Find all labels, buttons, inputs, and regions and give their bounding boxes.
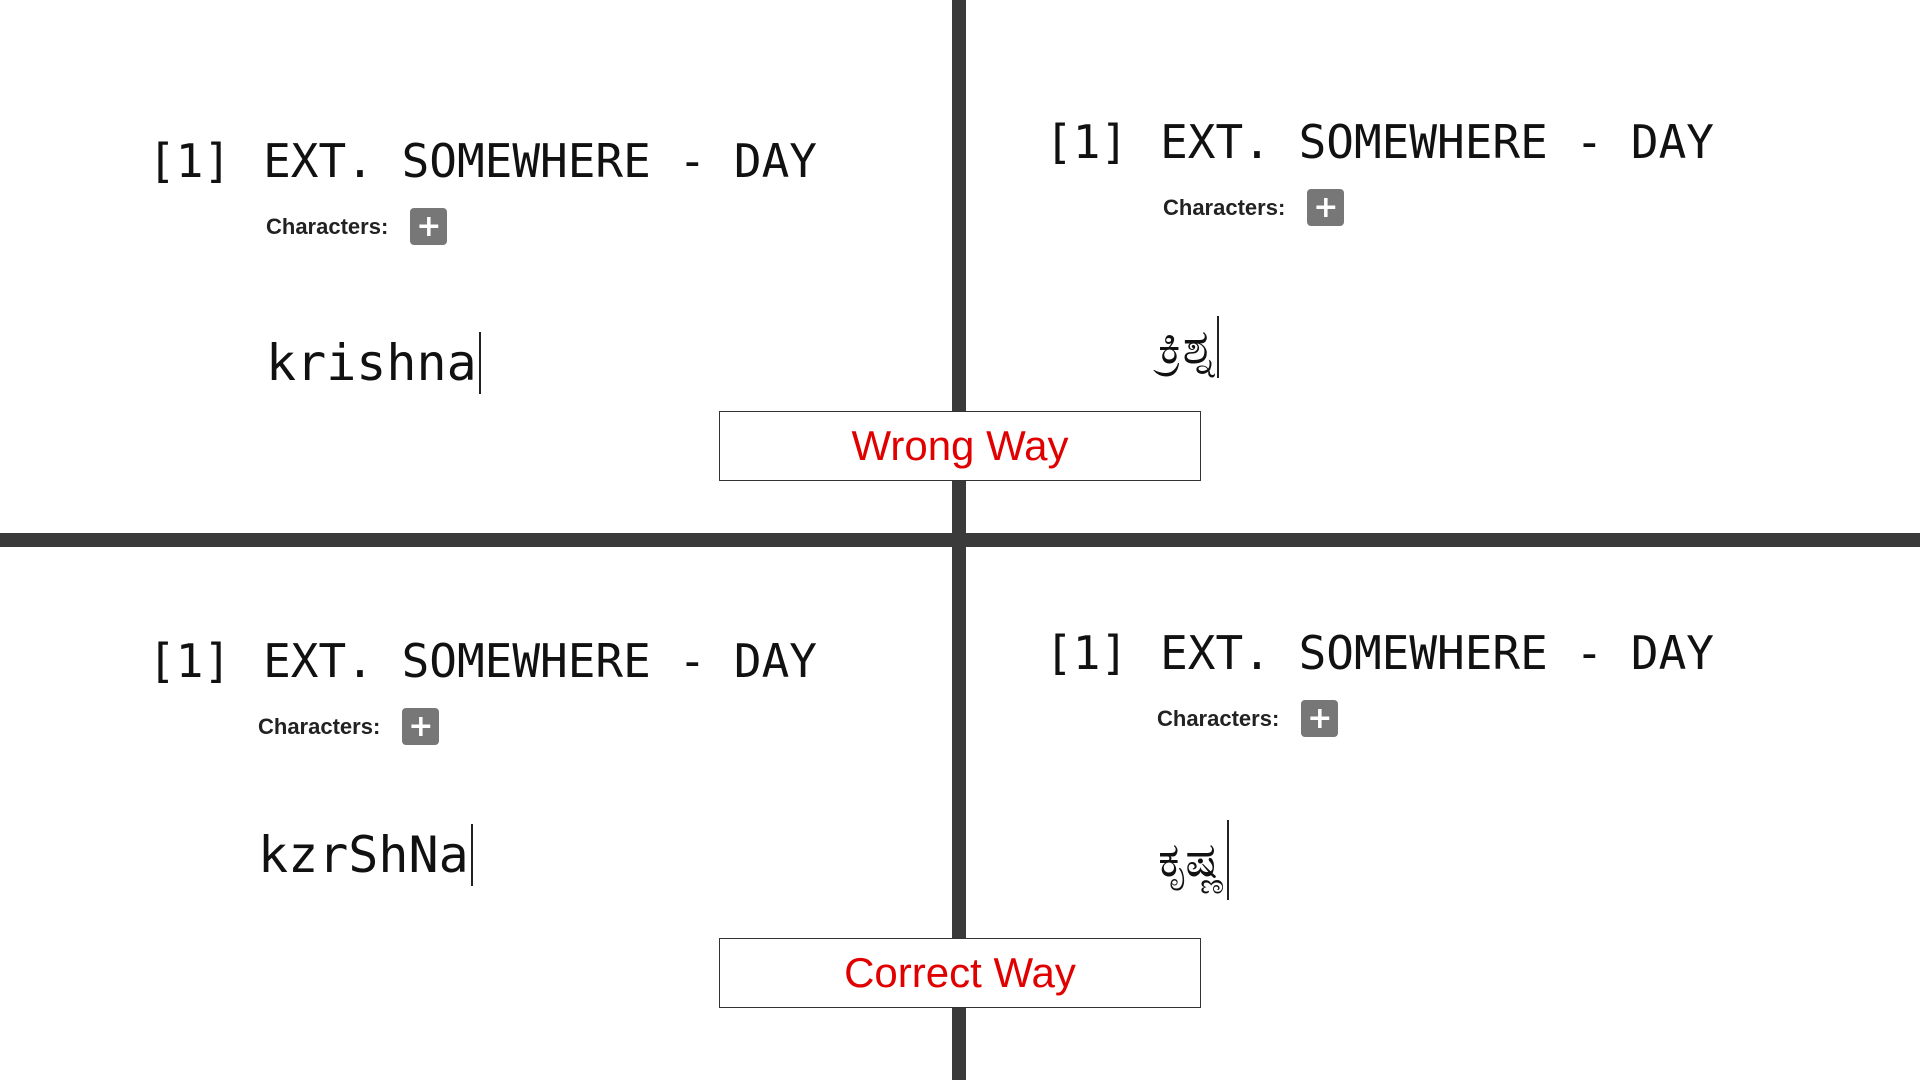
scene-heading-text: EXT. SOMEWHERE - DAY xyxy=(1160,626,1714,680)
scene-number: [1] xyxy=(148,134,232,188)
characters-row: Characters: + xyxy=(1163,189,1714,226)
plus-icon: + xyxy=(408,708,434,744)
add-character-button[interactable]: + xyxy=(1307,189,1345,226)
character-input-top-right[interactable]: ಕ್ರಿಶ್ನ xyxy=(1158,316,1220,378)
text-caret xyxy=(478,332,481,394)
character-input-bottom-left[interactable]: kzrShNa xyxy=(258,824,473,886)
scene-number: [1] xyxy=(1045,115,1129,169)
scene-number: [1] xyxy=(1045,626,1129,680)
correct-way-label: Correct Way xyxy=(719,938,1201,1008)
typed-text: ಕೃಷ್ಣ xyxy=(1158,831,1225,888)
wrong-way-label: Wrong Way xyxy=(719,411,1201,481)
panel-top-left: [1] EXT. SOMEWHERE - DAY Characters: + xyxy=(148,138,817,245)
characters-row: Characters: + xyxy=(266,208,817,245)
scene-number: [1] xyxy=(148,634,232,688)
scene-heading-text: EXT. SOMEWHERE - DAY xyxy=(263,134,817,188)
scene-heading[interactable]: [1] EXT. SOMEWHERE - DAY xyxy=(1045,630,1714,676)
plus-icon: + xyxy=(416,208,442,244)
typed-text: krishna xyxy=(266,334,477,392)
scene-heading[interactable]: [1] EXT. SOMEWHERE - DAY xyxy=(148,638,817,684)
horizontal-divider xyxy=(0,533,1920,547)
scene-heading[interactable]: [1] EXT. SOMEWHERE - DAY xyxy=(148,138,817,184)
character-input-bottom-right[interactable]: ಕೃಷ್ಣ xyxy=(1158,820,1229,900)
characters-label: Characters: xyxy=(1163,194,1286,220)
add-character-button[interactable]: + xyxy=(1301,700,1339,737)
panel-bottom-right: [1] EXT. SOMEWHERE - DAY Characters: + xyxy=(1045,630,1714,737)
characters-label: Characters: xyxy=(258,713,381,739)
character-input-top-left[interactable]: krishna xyxy=(266,332,481,394)
scene-heading-text: EXT. SOMEWHERE - DAY xyxy=(263,634,817,688)
text-caret xyxy=(1226,820,1229,900)
text-caret xyxy=(470,824,473,886)
characters-label: Characters: xyxy=(266,213,389,239)
typed-text: ಕ್ರಿಶ್ನ xyxy=(1158,318,1216,375)
typed-text: kzrShNa xyxy=(258,826,469,884)
characters-row: Characters: + xyxy=(1157,700,1714,737)
plus-icon: + xyxy=(1307,700,1333,736)
characters-row: Characters: + xyxy=(258,708,817,745)
scene-heading-text: EXT. SOMEWHERE - DAY xyxy=(1160,115,1714,169)
add-character-button[interactable]: + xyxy=(410,208,448,245)
plus-icon: + xyxy=(1313,189,1339,225)
add-character-button[interactable]: + xyxy=(402,708,440,745)
scene-heading[interactable]: [1] EXT. SOMEWHERE - DAY xyxy=(1045,119,1714,165)
characters-label: Characters: xyxy=(1157,705,1280,731)
panel-top-right: [1] EXT. SOMEWHERE - DAY Characters: + xyxy=(1045,119,1714,226)
text-caret xyxy=(1217,316,1220,378)
panel-bottom-left: [1] EXT. SOMEWHERE - DAY Characters: + xyxy=(148,638,817,745)
